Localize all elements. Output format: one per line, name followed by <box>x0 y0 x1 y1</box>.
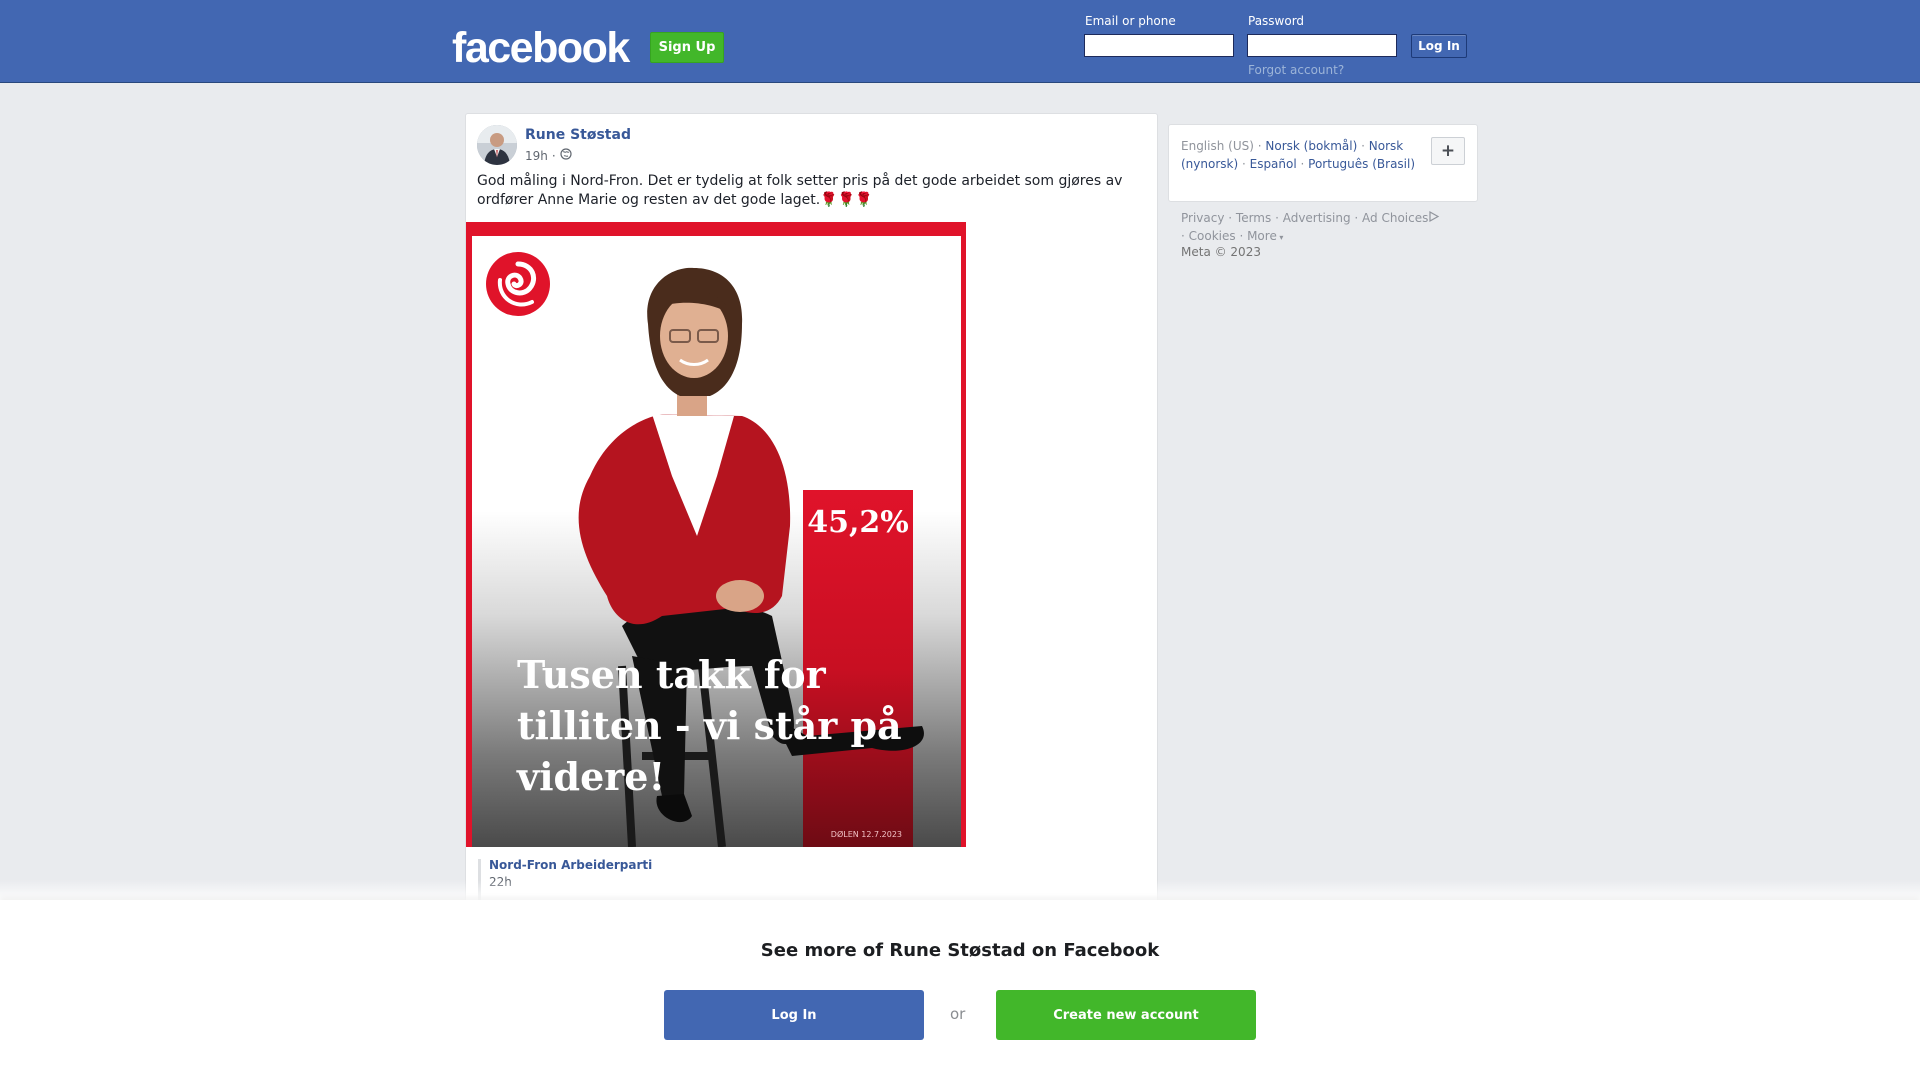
login-overlay <box>0 900 1920 1080</box>
language-list: English (US) · Norsk (bokmål) · Norsk (n… <box>1181 139 1416 171</box>
current-language: English (US) <box>1181 139 1254 153</box>
copyright: Meta © 2023 <box>1181 245 1261 259</box>
or-label: or <box>950 1005 966 1023</box>
image-credit: DØLEN 12.7.2023 <box>831 829 902 839</box>
post-card: Rune Støstad 19h · God måling i Nord-Fro… <box>465 113 1158 933</box>
create-account-button[interactable]: Create new account <box>996 990 1256 1040</box>
footer-link-terms[interactable]: Terms <box>1236 211 1271 225</box>
post-text: God måling i Nord-Fron. Det er tydelig a… <box>477 173 1123 208</box>
globe-icon <box>560 148 572 163</box>
log-in-button[interactable]: Log In <box>1411 34 1467 58</box>
overlay-log-in-button[interactable]: Log In <box>664 990 924 1040</box>
overlay-fade <box>0 880 1920 900</box>
password-field[interactable] <box>1247 34 1397 57</box>
language-link[interactable]: Español <box>1250 157 1297 171</box>
caret-down-icon: ▾ <box>1276 233 1284 242</box>
author-avatar[interactable] <box>477 125 517 165</box>
top-bar: facebook Sign Up Email or phone Password… <box>0 0 1920 83</box>
forgot-account-link[interactable]: Forgot account? <box>1248 63 1344 77</box>
footer-link-advertising[interactable]: Advertising <box>1283 211 1351 225</box>
percentage-label: 45,2% <box>807 505 909 540</box>
email-label: Email or phone <box>1085 14 1176 28</box>
sign-up-button[interactable]: Sign Up <box>650 32 724 63</box>
language-box: English (US) · Norsk (bokmål) · Norsk (n… <box>1168 124 1478 202</box>
post-time[interactable]: 19h <box>525 149 548 163</box>
email-field[interactable] <box>1084 34 1234 57</box>
post-image[interactable]: 45,2% Tusen takk for tilliten - vi står … <box>466 222 966 847</box>
headline-line-1: Tusen takk for <box>517 652 827 697</box>
language-link[interactable]: Português (Brasil) <box>1308 157 1415 171</box>
footer-link-privacy[interactable]: Privacy <box>1181 211 1224 225</box>
footer-link-cookies[interactable]: Cookies <box>1189 229 1236 243</box>
campaign-graphic: 45,2% Tusen takk for tilliten - vi står … <box>472 236 961 847</box>
meta-separator: · <box>551 148 556 163</box>
shared-page-name[interactable]: Nord-Fron Arbeiderparti <box>489 858 652 872</box>
footer-links: Privacy · Terms · Advertising · Ad Choic… <box>1181 209 1481 247</box>
headline-line-3: videre! <box>516 754 665 799</box>
more-languages-button[interactable]: + <box>1431 137 1465 165</box>
footer-link-ad-choices[interactable]: Ad Choices <box>1362 211 1428 225</box>
password-label: Password <box>1248 14 1305 28</box>
language-link[interactable]: Norsk (bokmål) <box>1265 139 1357 153</box>
overlay-title: See more of Rune Støstad on Facebook <box>760 940 1160 961</box>
headline-line-2: tilliten - vi står på <box>517 703 902 748</box>
facebook-logo[interactable]: facebook <box>452 24 630 72</box>
post-meta: 19h · <box>525 148 572 163</box>
ad-choices-icon <box>1428 210 1440 225</box>
footer-link-more[interactable]: More <box>1247 229 1277 243</box>
post-author[interactable]: Rune Støstad <box>525 127 631 143</box>
rose-logo <box>486 252 550 316</box>
